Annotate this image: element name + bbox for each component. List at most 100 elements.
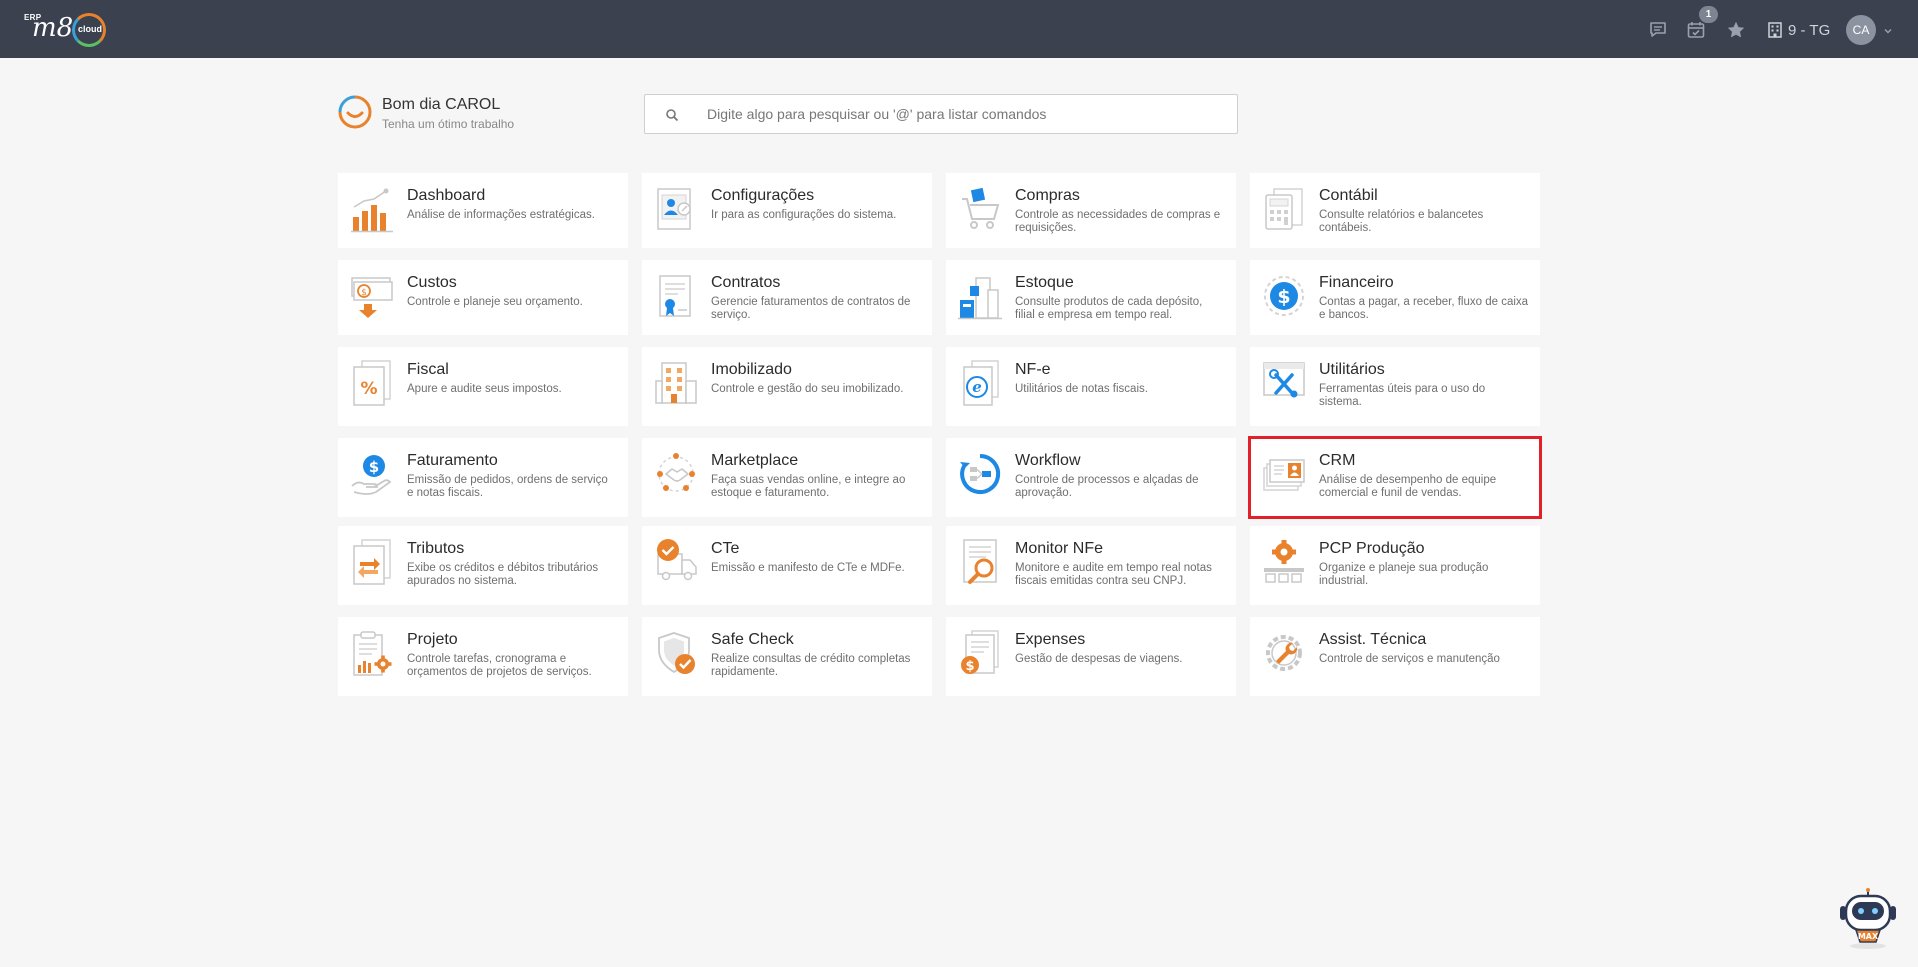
module-description: Controle de processos e alçadas de aprov… xyxy=(1015,474,1199,499)
search-icon xyxy=(666,109,679,122)
module-tile-crm[interactable]: CRM Análise de desempenho de equipe come… xyxy=(1248,436,1542,519)
logo-cloud-text: cloud xyxy=(78,24,102,34)
module-description: Utilitários de notas fiscais. xyxy=(1015,383,1148,395)
notification-badge[interactable]: 1 xyxy=(1699,6,1718,23)
module-title: Assist. Técnica xyxy=(1319,631,1427,648)
percent-document-icon: % xyxy=(353,360,391,406)
module-title: Faturamento xyxy=(407,452,498,469)
svg-text:$: $ xyxy=(361,288,367,298)
module-tile-dashboard[interactable]: Dashboard Análise de informações estraté… xyxy=(338,173,628,248)
dollar-coin-icon: $ xyxy=(1264,276,1304,316)
avatar[interactable]: CA xyxy=(1846,15,1876,45)
bar-chart-icon xyxy=(351,188,393,233)
building-assets-icon xyxy=(655,362,697,404)
module-description: Gerencie faturamentos de contratos de se… xyxy=(711,296,911,321)
module-tile-estoque[interactable]: Estoque Consulte produtos de cada depósi… xyxy=(946,260,1236,335)
svg-text:e: e xyxy=(972,378,982,396)
module-tile-contabil[interactable]: Contábil Consulte relatórios e balancete… xyxy=(1250,173,1540,248)
module-tile-projeto[interactable]: Projeto Controle tarefas, cronograma e o… xyxy=(338,617,628,696)
module-description: Controle as necessidades de compras e re… xyxy=(1015,209,1221,234)
module-tile-custos[interactable]: $ Custos Controle e planeje seu orçament… xyxy=(338,260,628,335)
module-description: Emissão e manifesto de CTe e MDFe. xyxy=(711,562,905,574)
module-tile-tributos[interactable]: Tributos Exibe os créditos e débitos tri… xyxy=(338,526,628,605)
module-description: Controle tarefas, cronograma e orçamento… xyxy=(407,653,592,678)
tools-icon xyxy=(1263,362,1305,398)
module-tile-expenses[interactable]: $ Expenses Gestão de despesas de viagens… xyxy=(946,617,1236,696)
chat-icon[interactable] xyxy=(1647,19,1669,41)
module-title: Monitor NFe xyxy=(1015,540,1104,557)
module-description: Monitore e audite em tempo real notas fi… xyxy=(1015,562,1212,587)
expenses-icon: $ xyxy=(961,630,999,674)
module-tile-fiscal[interactable]: % Fiscal Apure e audite seus impostos. xyxy=(338,347,628,426)
m8-cloud-logo[interactable]: ERP m8 cloud xyxy=(22,10,114,50)
module-tile-assist-tecnica[interactable]: Assist. Técnica Controle de serviços e m… xyxy=(1250,617,1540,696)
search-box[interactable] xyxy=(644,94,1238,134)
logo-m8-text: m8 xyxy=(32,13,74,43)
module-description: Contas a pagar, a receber, fluxo de caix… xyxy=(1319,296,1529,321)
e-document-icon: e xyxy=(963,360,999,406)
module-tile-cte[interactable]: CTe Emissão e manifesto de CTe e MDFe. xyxy=(642,526,932,605)
module-tile-monitor-nfe[interactable]: Monitor NFe Monitore e audite em tempo r… xyxy=(946,526,1236,605)
module-tile-compras[interactable]: Compras Controle as necessidades de comp… xyxy=(946,173,1236,248)
magnifier-document-icon xyxy=(963,539,997,584)
module-title: Dashboard xyxy=(407,187,486,204)
module-description: Controle e planeje seu orçamento. xyxy=(407,296,583,308)
top-bar: ERP m8 cloud 1 9 - TG CA xyxy=(0,0,1918,58)
user-settings-icon xyxy=(657,188,691,230)
module-description: Consulte produtos de cada depósito, fili… xyxy=(1015,296,1203,321)
module-title: Workflow xyxy=(1015,452,1081,469)
greeting-title: Bom dia CAROL xyxy=(382,96,501,113)
workflow-icon xyxy=(960,453,1001,494)
truck-check-icon xyxy=(657,539,697,581)
warehouse-icon xyxy=(958,277,1002,320)
module-title: Marketplace xyxy=(711,452,799,469)
module-title: Safe Check xyxy=(711,631,794,648)
handshake-network-icon xyxy=(657,453,695,492)
module-tile-marketplace[interactable]: Marketplace Faça suas vendas online, e i… xyxy=(642,438,932,517)
module-tile-financeiro[interactable]: $ Financeiro Contas a pagar, a receber, … xyxy=(1250,260,1540,335)
module-tile-safe-check[interactable]: Safe Check Realize consultas de crédito … xyxy=(642,617,932,696)
module-title: Imobilizado xyxy=(711,361,792,378)
company-label: 9 - TG xyxy=(1788,21,1831,39)
module-title: Projeto xyxy=(407,631,458,648)
module-tile-imobilizado[interactable]: Imobilizado Controle e gestão do seu imo… xyxy=(642,347,932,426)
module-description: Análise de desempenho de equipe comercia… xyxy=(1319,474,1497,499)
company-selector[interactable]: 9 - TG xyxy=(1768,19,1830,41)
module-tile-contratos[interactable]: Contratos Gerencie faturamentos de contr… xyxy=(642,260,932,335)
module-description: Gestão de despesas de viagens. xyxy=(1015,653,1183,665)
module-title: NF-e xyxy=(1015,361,1051,378)
contract-icon xyxy=(659,275,691,317)
module-tile-faturamento[interactable]: $ Faturamento Emissão de pedidos, ordens… xyxy=(338,438,628,517)
module-title: Contratos xyxy=(711,274,781,291)
module-tile-utilitarios[interactable]: Utilitários Ferramentas úteis para o uso… xyxy=(1250,347,1540,426)
chevron-down-icon[interactable] xyxy=(1882,24,1894,36)
star-icon[interactable] xyxy=(1725,19,1747,41)
module-description: Emissão de pedidos, ordens de serviço e … xyxy=(407,474,608,499)
module-title: Estoque xyxy=(1015,274,1074,291)
exchange-document-icon xyxy=(353,539,391,585)
module-title: Financeiro xyxy=(1319,274,1394,291)
module-tile-configuracoes[interactable]: Configurações Ir para as configurações d… xyxy=(642,173,932,248)
max-assistant-robot-icon[interactable]: MAX xyxy=(1836,888,1900,950)
crm-card-icon xyxy=(1263,459,1305,491)
module-description: Ir para as configurações do sistema. xyxy=(711,209,897,221)
hand-dollar-icon: $ xyxy=(351,455,392,495)
gear-wrench-icon xyxy=(1266,635,1302,671)
module-title: CRM xyxy=(1319,452,1356,469)
shield-check-icon xyxy=(658,632,695,674)
module-title: Fiscal xyxy=(407,361,449,378)
module-tile-pcp-producao[interactable]: PCP Produção Organize e planeje sua prod… xyxy=(1250,526,1540,605)
module-description: Faça suas vendas online, e integre ao es… xyxy=(711,474,906,499)
module-title: Utilitários xyxy=(1319,361,1385,378)
module-title: PCP Produção xyxy=(1319,540,1425,557)
search-input[interactable] xyxy=(707,95,1227,133)
svg-text:$: $ xyxy=(369,458,379,476)
module-title: Compras xyxy=(1015,187,1080,204)
svg-text:$: $ xyxy=(965,659,974,674)
module-title: Expenses xyxy=(1015,631,1086,648)
money-down-icon: $ xyxy=(351,277,393,318)
module-tile-nfe[interactable]: e NF-e Utilitários de notas fiscais. xyxy=(946,347,1236,426)
assistant-label: MAX xyxy=(1858,932,1879,941)
module-description: Realize consultas de crédito completas r… xyxy=(711,653,911,678)
module-tile-workflow[interactable]: Workflow Controle de processos e alçadas… xyxy=(946,438,1236,517)
